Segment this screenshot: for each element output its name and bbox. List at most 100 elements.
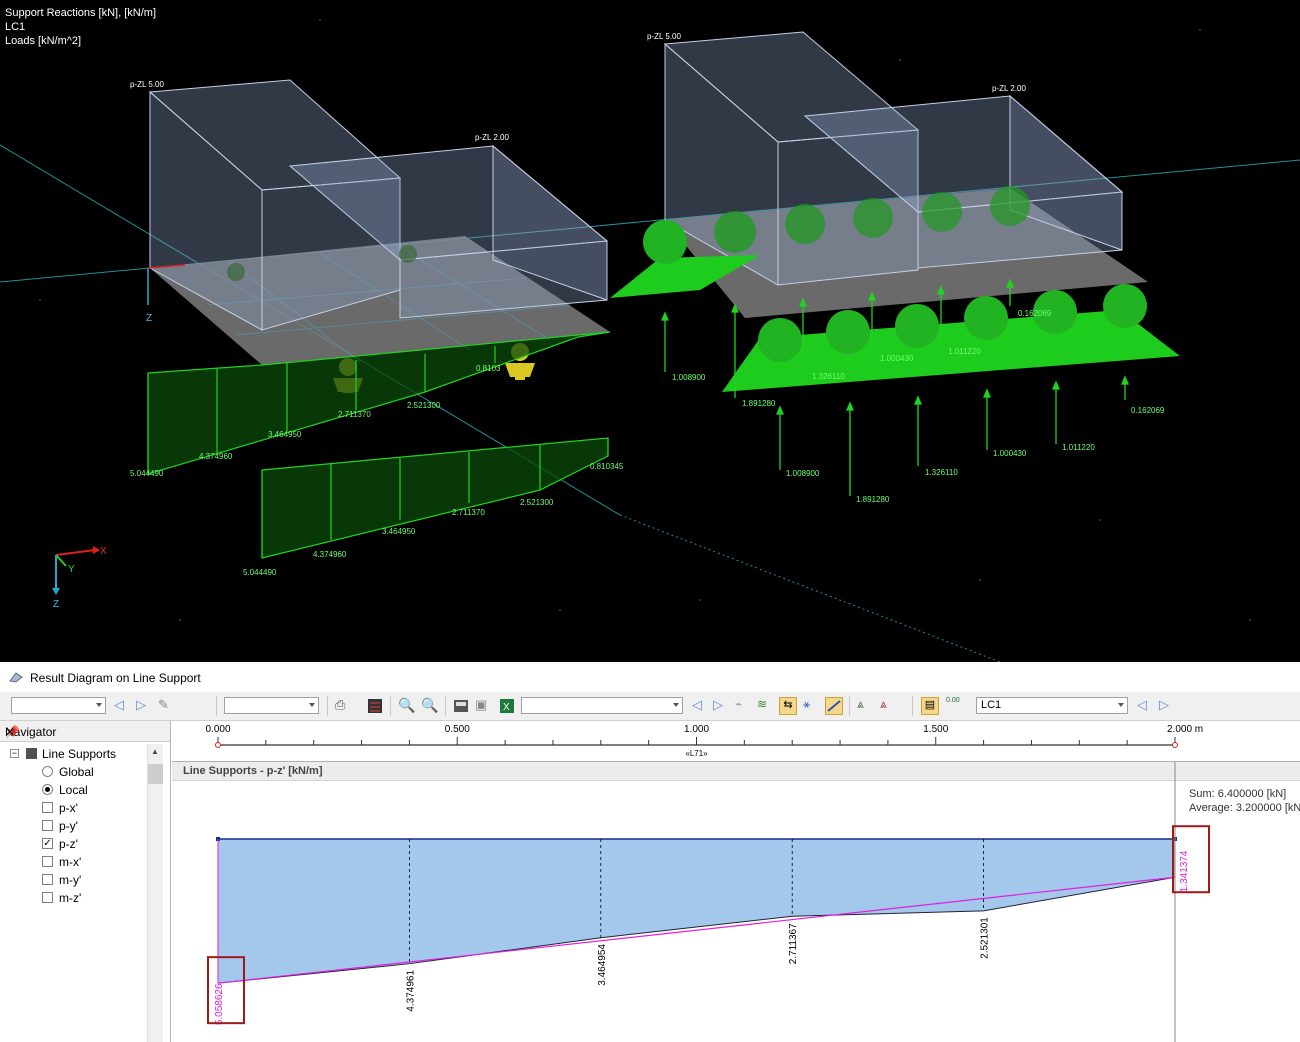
trend-line-icon[interactable] [825, 697, 843, 715]
navigator-item-label: p-z' [59, 837, 78, 851]
result-diagram[interactable]: Line Supports - p-z' [kN/m] 5.058626 4.37… [172, 762, 1300, 1042]
reaction-value: 1.326110 [925, 468, 958, 477]
close-icon[interactable]: ✕ [5, 725, 15, 739]
reaction-value: 1.891280 [856, 495, 890, 504]
previous-arrow-icon[interactable]: ◁ [114, 697, 132, 715]
navigator-item-label: p-y' [59, 819, 78, 833]
load-label: p-ZL 5.00 [647, 32, 681, 41]
panel-title: Result Diagram on Line Support [30, 671, 201, 685]
load-label: p-ZL 5.00 [130, 80, 164, 89]
diagram-value: 4.374960 [313, 550, 347, 559]
ruler-node-marker [215, 742, 221, 748]
ruler-tick-label: 1.000 [684, 724, 709, 735]
ruler-ticks: 0.000 0.500 1.000 1.500 2.000 m «L71» [205, 724, 1203, 758]
zoom-out-icon[interactable]: 🔍 [421, 697, 439, 715]
reaction-value: 1.891280 [742, 399, 776, 408]
value-label: 2.711367 [788, 923, 799, 964]
save-icon[interactable]: ▣ [475, 697, 493, 715]
value-label: 3.464954 [597, 944, 608, 986]
line-support-combo[interactable] [11, 697, 106, 714]
checkbox[interactable] [42, 892, 53, 903]
next-arrow-icon[interactable]: ▷ [136, 697, 154, 715]
show-values-icon[interactable]: ⇆ [779, 697, 797, 715]
line-reaction-diagram-2 [261, 437, 609, 559]
filter-icon[interactable]: ⌁ [735, 697, 753, 715]
area-load-boxes-left [148, 79, 609, 331]
diagram-value: 3.464950 [268, 430, 302, 439]
ruler-tick-label: 0.500 [445, 724, 470, 735]
navigator-scrollbar[interactable]: ▲ [147, 744, 163, 1042]
diagram-value: 2.711370 [452, 508, 485, 517]
radio-button[interactable] [42, 784, 53, 795]
root-label: Line Supports [42, 747, 117, 761]
navigator-header: Navigator 📌 ✕ [0, 721, 170, 742]
scroll-up-icon[interactable]: ▲ [151, 747, 159, 756]
checkbox[interactable] [42, 874, 53, 885]
navigator-item-label: m-y' [59, 873, 82, 887]
x-axis-label: X [100, 546, 107, 557]
load-label: p-ZL 2.00 [992, 84, 1026, 93]
zoom-in-icon[interactable]: 🔍 [398, 697, 416, 715]
reaction-value: 1.011220 [948, 347, 981, 356]
z-axis-label: Z [53, 599, 60, 610]
load-case-combo[interactable]: LC1 [976, 697, 1128, 714]
reaction-icon[interactable]: ⩓ [880, 697, 898, 715]
scroll-thumb[interactable] [148, 764, 163, 784]
diagram-settings-icon[interactable] [366, 697, 384, 715]
support-icon[interactable]: ⩓ [857, 697, 875, 715]
smooth-icon[interactable]: ≋ [757, 697, 775, 715]
reaction-value: 0.162069 [1131, 406, 1165, 415]
global-axis-triad [52, 546, 100, 595]
diagram-value: 0.810345 [590, 462, 624, 471]
load-label: p-ZL 2.00 [475, 133, 509, 142]
reaction-value: 1.011220 [1062, 443, 1095, 452]
print-icon[interactable]: ⎙ [335, 697, 353, 715]
model-graphics [0, 19, 1300, 662]
ruler-tick-label: 2.000 m [1167, 724, 1203, 735]
collapse-icon[interactable]: − [10, 749, 19, 758]
value-label: 5.058626 [214, 983, 225, 1025]
diagram-chart: 5.058626 4.374961 3.464954 2.711367 2.521301… [207, 762, 1210, 1042]
navigator-item-label: Global [59, 765, 94, 779]
load-case-value: LC1 [981, 699, 1002, 711]
decimal-places-icon[interactable]: 0.00 [946, 697, 964, 715]
extremes-icon[interactable]: ⚹ [803, 697, 821, 715]
reaction-value: 1.000430 [880, 354, 914, 363]
root-checkbox[interactable] [26, 748, 37, 759]
checkbox[interactable] [42, 802, 53, 813]
average-value: Average: 3.200000 [kN [1189, 802, 1300, 814]
table-icon[interactable]: ▤ [921, 697, 939, 715]
pick-icon[interactable]: ✎ [158, 697, 176, 715]
navigator-item-label: p-x' [59, 801, 78, 815]
reaction-value: 1.326110 [812, 372, 845, 381]
ruler-tick-label: 0.000 [205, 724, 230, 735]
next-result-icon[interactable]: ▷ [713, 697, 731, 715]
diagram-value: 2.521300 [407, 401, 441, 410]
model-viewport[interactable]: Support Reactions [kN], [kN/m] LC1 Loads… [0, 0, 1300, 662]
local-z-axis-label: Z [146, 313, 153, 324]
diagram-value: 4.374960 [199, 452, 233, 461]
previous-load-case-icon[interactable]: ◁ [1137, 697, 1155, 715]
result-diagram-icon [9, 672, 23, 683]
ruler-tick-label: 1.500 [923, 724, 948, 735]
diagram-value: 5.044490 [130, 469, 164, 478]
radio-button[interactable] [42, 766, 53, 777]
checkbox[interactable] [42, 856, 53, 867]
result-diagram-panel-header: Result Diagram on Line Support [0, 663, 1300, 693]
results-header-line-2: LC1 [5, 21, 26, 33]
next-load-case-icon[interactable]: ▷ [1159, 697, 1177, 715]
previous-result-icon[interactable]: ◁ [692, 697, 710, 715]
checkbox[interactable] [42, 820, 53, 831]
diagram-value: 2.711370 [338, 410, 371, 419]
print-diagram-icon[interactable] [452, 697, 470, 715]
excel-export-icon[interactable]: X [498, 697, 516, 715]
result-type-combo[interactable] [521, 697, 683, 714]
value-label: 1.341374 [1179, 850, 1190, 892]
location-combo[interactable] [224, 697, 319, 714]
diagram-value: 0.8103 [476, 364, 501, 373]
reaction-value: 1.008900 [672, 373, 706, 382]
y-axis-label: Y [68, 564, 75, 575]
checkbox[interactable]: ✓ [42, 838, 53, 849]
diagram-value: 5.044490 [243, 568, 277, 577]
reaction-value: 1.000430 [993, 449, 1027, 458]
